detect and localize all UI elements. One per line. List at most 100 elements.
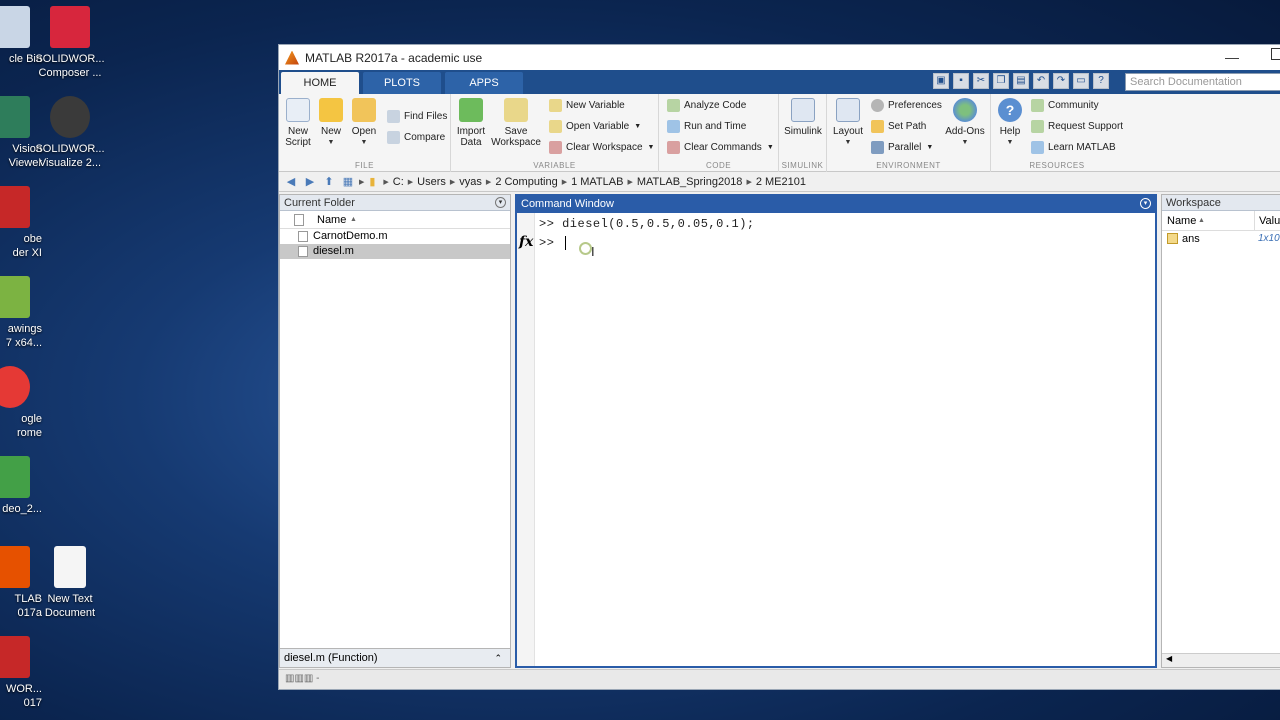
panel-actions-icon[interactable]: ▾ xyxy=(1140,198,1151,209)
breadcrumb-matlab[interactable]: 1 MATLAB xyxy=(571,176,623,188)
open-button[interactable]: Open ▼ xyxy=(345,98,383,148)
current-folder-column-header[interactable]: Name ▲ xyxy=(280,211,510,229)
community-button[interactable]: Community xyxy=(1031,99,1099,112)
simulink-button[interactable]: Simulink xyxy=(781,98,825,137)
copy-icon[interactable]: ❐ xyxy=(993,73,1009,89)
switch-windows-icon[interactable]: ▭ xyxy=(1073,73,1089,89)
sort-up-icon: ▲ xyxy=(1198,217,1205,224)
breadcrumb-computing[interactable]: 2 Computing xyxy=(495,176,557,188)
command-window-header[interactable]: Command Window ▾ xyxy=(517,196,1155,213)
compare-button[interactable]: Compare xyxy=(387,131,445,144)
save-icon[interactable]: ▪ xyxy=(953,73,969,89)
cut-icon[interactable]: ✂ xyxy=(973,73,989,89)
run-and-time-icon xyxy=(667,120,680,133)
command-history-line: >> diesel(0.5,0.5,0.05,0.1); xyxy=(539,217,755,231)
redo-icon[interactable]: ↷ xyxy=(1053,73,1069,89)
help-button[interactable]: ? Help ▼ xyxy=(991,98,1029,148)
chevron-down-icon: ▼ xyxy=(844,139,852,146)
undo-icon[interactable]: ↶ xyxy=(1033,73,1049,89)
import-data-icon xyxy=(459,98,483,122)
new-variable-button[interactable]: New Variable xyxy=(549,99,625,112)
minimize-button[interactable]: — xyxy=(1225,49,1239,65)
solidworks-composer-icon xyxy=(50,6,90,48)
layout-icon xyxy=(836,98,860,122)
clear-workspace-button[interactable]: Clear Workspace ▼ xyxy=(549,141,654,154)
clear-workspace-icon xyxy=(549,141,562,154)
community-icon xyxy=(1031,99,1044,112)
parallel-button[interactable]: Parallel ▼ xyxy=(871,141,933,154)
command-gutter xyxy=(517,213,535,666)
desktop-icon-edrawings[interactable]: awings 7 x64... xyxy=(0,276,48,350)
forward-arrow-icon[interactable]: ▶ xyxy=(302,175,318,189)
maximize-button[interactable] xyxy=(1271,48,1280,60)
desktop-icon-solidworks[interactable]: WOR... 017 xyxy=(0,636,48,710)
workspace-row-ans[interactable]: ans 1x100 xyxy=(1162,231,1280,247)
desktop-icon-adobe-reader[interactable]: obe der XI xyxy=(0,186,48,260)
command-prompt: >> xyxy=(539,236,555,250)
chevron-down-icon: ▼ xyxy=(647,144,655,151)
function-browser-icon[interactable]: fx xyxy=(519,234,533,250)
browse-folder-icon[interactable]: ▦ xyxy=(340,175,356,189)
panel-actions-icon[interactable]: ▾ xyxy=(495,197,506,208)
analyze-code-icon xyxy=(667,99,680,112)
text-caret xyxy=(565,236,566,250)
adobe-reader-icon xyxy=(0,186,30,228)
title-bar[interactable]: MATLAB R2017a - academic use — xyxy=(279,45,1280,70)
folder-icon: ▮ xyxy=(369,175,376,188)
workspace-horizontal-scrollbar[interactable]: ◀ xyxy=(1162,653,1280,667)
name-column-label: Name xyxy=(317,214,347,226)
workspace-column-header[interactable]: Name ▲ Value xyxy=(1162,211,1280,231)
add-ons-button[interactable]: Add-Ons ▼ xyxy=(941,98,989,148)
desktop-icon-google-chrome[interactable]: ogle rome xyxy=(0,366,48,440)
group-label-code: CODE xyxy=(705,161,732,170)
learn-matlab-icon xyxy=(1031,141,1044,154)
desktop-icon-solidworks-visualize[interactable]: SOLIDWOR... Visualize 2... xyxy=(32,96,108,170)
breadcrumb-c[interactable]: C: xyxy=(393,176,404,188)
value-column-label: Value xyxy=(1254,211,1280,231)
request-support-button[interactable]: Request Support xyxy=(1031,120,1123,133)
workspace-header[interactable]: Workspace xyxy=(1162,195,1280,211)
quick-access-toolbar: ▣ ▪ ✂ ❐ ▤ ↶ ↷ ▭ ? xyxy=(933,73,1109,89)
find-files-button[interactable]: Find Files xyxy=(387,110,447,123)
sort-up-icon: ▲ xyxy=(350,216,357,223)
window-layout-icon[interactable]: ▣ xyxy=(933,73,949,89)
desktop-icon-video[interactable]: deo_2... xyxy=(0,456,48,516)
breadcrumb-me2101[interactable]: 2 ME2101 xyxy=(756,176,806,188)
run-and-time-button[interactable]: Run and Time xyxy=(667,120,746,133)
breadcrumb-users[interactable]: Users xyxy=(417,176,446,188)
variable-group: Import Data Save Workspace New Variable … xyxy=(451,94,659,172)
file-details-bar[interactable]: diesel.m (Function) ⌃ xyxy=(279,648,511,668)
import-data-button[interactable]: Import Data xyxy=(453,98,489,148)
up-folder-icon[interactable]: ⬆ xyxy=(321,175,337,189)
set-path-icon xyxy=(871,120,884,133)
learn-matlab-button[interactable]: Learn MATLAB xyxy=(1031,141,1116,154)
tab-apps[interactable]: APPS xyxy=(445,72,523,94)
new-script-icon xyxy=(286,98,310,122)
resources-group: ? Help ▼ Community Request Support Learn … xyxy=(991,94,1123,172)
paste-icon[interactable]: ▤ xyxy=(1013,73,1029,89)
chevron-up-icon[interactable]: ⌃ xyxy=(494,649,502,667)
tab-home[interactable]: HOME xyxy=(281,72,359,94)
tab-plots[interactable]: PLOTS xyxy=(363,72,441,94)
clear-commands-button[interactable]: Clear Commands ▼ xyxy=(667,141,774,154)
breadcrumb-spring2018[interactable]: MATLAB_Spring2018 xyxy=(637,176,743,188)
save-workspace-button[interactable]: Save Workspace xyxy=(491,98,541,148)
analyze-code-button[interactable]: Analyze Code xyxy=(667,99,746,112)
back-arrow-icon[interactable]: ◀ xyxy=(283,175,299,189)
variable-grid-icon xyxy=(1167,233,1178,244)
search-documentation-input[interactable]: Search Documentation xyxy=(1125,73,1280,91)
current-folder-header[interactable]: Current Folder ▾ xyxy=(280,195,510,211)
preferences-button[interactable]: Preferences xyxy=(871,99,942,112)
file-row-carnotdemo[interactable]: CarnotDemo.m xyxy=(280,229,510,244)
file-row-diesel[interactable]: diesel.m xyxy=(280,244,510,259)
find-files-icon xyxy=(387,110,400,123)
desktop-icon-solidworks-composer[interactable]: SOLIDWOR... Composer ... xyxy=(32,6,108,80)
set-path-button[interactable]: Set Path xyxy=(871,120,926,133)
help-icon[interactable]: ? xyxy=(1093,73,1109,89)
desktop-icon-new-text-document[interactable]: New Text Document xyxy=(32,546,108,620)
open-variable-button[interactable]: Open Variable ▼ xyxy=(549,120,641,133)
breadcrumb-vyas[interactable]: vyas xyxy=(459,176,482,188)
layout-button[interactable]: Layout ▼ xyxy=(829,98,867,148)
command-window[interactable]: Command Window ▾ fx >> diesel(0.5,0.5,0.… xyxy=(515,194,1157,668)
scroll-left-icon[interactable]: ◀ xyxy=(1166,654,1172,663)
